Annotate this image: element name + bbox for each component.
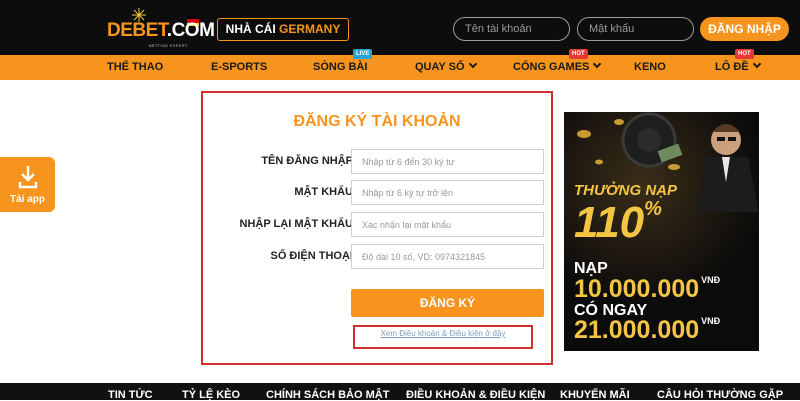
main-nav: THỂ THAO E-SPORTS SÒNG BÀI LIVE QUAY SỐ … — [0, 49, 800, 80]
registration-form: ĐĂNG KÝ TÀI KHOẢN TÊN ĐĂNG NHẬP MẬT KHẨU… — [201, 91, 553, 365]
login-button[interactable]: ĐĂNG NHẬP — [700, 17, 789, 41]
register-password-input[interactable] — [351, 180, 544, 205]
nav-item-cong-games[interactable]: CỔNG GAMES HOT — [513, 49, 602, 80]
brand-badge: NHÀ CÁI GERMANY — [217, 18, 349, 41]
footer-link-dieu-khoan[interactable]: ĐIỀU KHOẢN & ĐIỀU KIỆN — [406, 389, 545, 401]
confirm-password-label: NHẬP LẠI MẬT KHẨU — [239, 218, 353, 230]
username-input[interactable] — [453, 17, 570, 41]
promo-line1: THƯỞNG NẠP — [574, 182, 678, 199]
terms-link[interactable]: Xem Điều khoản & Điều kiện ở đây — [355, 329, 531, 338]
nav-item-lo-de[interactable]: LÔ ĐỀ HOT — [715, 49, 761, 80]
live-badge: LIVE — [353, 49, 373, 59]
promo-line4: 10.000.000 VNĐ — [574, 275, 721, 303]
nav-item-keno[interactable]: KENO — [634, 55, 666, 80]
download-app-label: Tải app — [9, 194, 45, 205]
confirm-password-input[interactable] — [351, 212, 544, 237]
register-button[interactable]: ĐĂNG KÝ — [351, 289, 544, 317]
footer-link-khuyen-mai[interactable]: KHUYẾN MÃI — [560, 389, 630, 401]
phone-input[interactable] — [351, 244, 544, 269]
username-label: TÊN ĐĂNG NHẬP — [261, 155, 353, 167]
password-label: MẬT KHẨU — [294, 186, 353, 198]
nav-item-esports[interactable]: E-SPORTS — [211, 55, 267, 80]
chevron-down-icon — [593, 59, 602, 69]
chevron-down-icon — [468, 59, 477, 69]
footer-link-chinh-sach[interactable]: CHÍNH SÁCH BẢO MẬT — [266, 389, 389, 401]
logo-text: DEBET.COM — [107, 20, 215, 41]
promo-line2: 110% — [574, 198, 662, 247]
footer-link-cau-hoi[interactable]: CÂU HỎI THƯỜNG GẶP — [657, 389, 783, 401]
password-input[interactable] — [577, 17, 694, 41]
form-title: ĐĂNG KÝ TÀI KHOẢN — [293, 113, 461, 130]
hot-badge: HOT — [569, 49, 588, 59]
debet-logo[interactable]: DEBET.COM BETTING EXPERT — [107, 8, 215, 48]
hot-badge: HOT — [735, 49, 754, 59]
nav-item-quay-so[interactable]: QUAY SỐ — [415, 55, 477, 80]
promo-banner[interactable]: THƯỞNG NẠP 110% NẠP 10.000.000 VNĐ CÓ NGA… — [564, 112, 759, 351]
download-app-button[interactable]: Tải app — [0, 157, 55, 212]
brand-prefix: NHÀ CÁI — [225, 22, 276, 36]
register-username-input[interactable] — [351, 149, 544, 174]
top-header: DEBET.COM BETTING EXPERT NHÀ CÁI GERMANY… — [0, 0, 800, 55]
chevron-down-icon — [752, 59, 761, 69]
brand-highlight: GERMANY — [279, 22, 341, 36]
logo-subtitle: BETTING EXPERT — [149, 43, 188, 48]
terms-highlight: Xem Điều khoản & Điều kiện ở đây — [353, 325, 533, 349]
phone-label: SỐ ĐIỆN THOẠI — [270, 250, 353, 262]
footer-nav: TIN TỨC TỶ LỆ KÈO CHÍNH SÁCH BẢO MẬT ĐIỀ… — [0, 383, 800, 401]
nav-item-the-thao[interactable]: THỂ THAO — [107, 55, 163, 80]
footer-link-tin-tuc[interactable]: TIN TỨC — [108, 389, 153, 401]
nav-item-song-bai[interactable]: SÒNG BÀI LIVE — [313, 49, 373, 80]
footer-link-ty-le-keo[interactable]: TỶ LỆ KÈO — [182, 389, 240, 401]
download-icon — [18, 166, 38, 189]
promo-line6: 21.000.000 VNĐ — [574, 316, 721, 344]
